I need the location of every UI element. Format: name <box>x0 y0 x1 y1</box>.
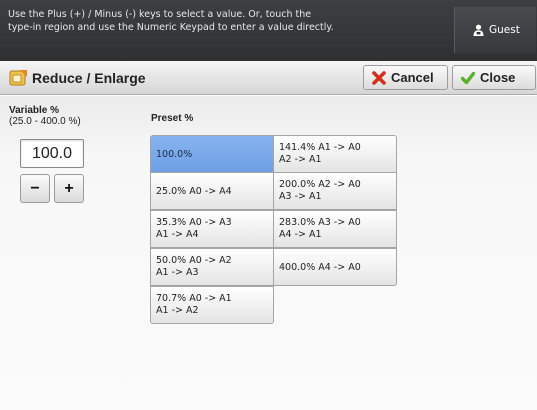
reduce-enlarge-icon <box>9 70 27 86</box>
user-icon <box>473 24 484 36</box>
page-title: Reduce / Enlarge <box>32 70 146 86</box>
close-label: Close <box>480 70 516 85</box>
content-area: Variable % (25.0 - 400.0 %) 100.0 − + Pr… <box>0 96 537 410</box>
preset-percent-heading: Preset % <box>151 113 194 124</box>
guest-button[interactable]: Guest <box>454 7 536 53</box>
variable-percent-heading: Variable % (25.0 - 400.0 %) <box>9 105 81 127</box>
guest-label: Guest <box>489 23 520 36</box>
close-button[interactable]: Close <box>452 65 536 90</box>
green-check-icon <box>461 71 475 84</box>
red-x-icon <box>372 70 386 85</box>
minus-button[interactable]: − <box>20 174 50 203</box>
cancel-button[interactable]: Cancel <box>363 65 448 90</box>
preset-283-button[interactable]: 283.0% A3 -> A0 A4 -> A1 <box>273 210 397 248</box>
cancel-label: Cancel <box>391 70 434 85</box>
plus-button[interactable]: + <box>54 174 84 203</box>
title-bar: Reduce / Enlarge Cancel Close <box>0 61 537 95</box>
preset-141-button[interactable]: 141.4% A1 -> A0 A2 -> A1 <box>273 135 397 173</box>
preset-200-button[interactable]: 200.0% A2 -> A0 A3 -> A1 <box>273 172 397 210</box>
preset-50-button[interactable]: 50.0% A0 -> A2 A1 -> A3 <box>150 248 274 286</box>
variable-range-label: (25.0 - 400.0 %) <box>9 116 81 127</box>
message-bar: Use the Plus (+) / Minus (-) keys to sel… <box>0 0 537 61</box>
variable-percent-input[interactable]: 100.0 <box>20 139 84 168</box>
preset-25-button[interactable]: 25.0% A0 -> A4 <box>150 172 274 210</box>
preset-70-button[interactable]: 70.7% A0 -> A1 A1 -> A2 <box>150 286 274 324</box>
instruction-message: Use the Plus (+) / Minus (-) keys to sel… <box>8 9 334 33</box>
preset-100-button[interactable]: 100.0% <box>150 135 274 173</box>
preset-35-button[interactable]: 35.3% A0 -> A3 A1 -> A4 <box>150 210 274 248</box>
preset-400-button[interactable]: 400.0% A4 -> A0 <box>273 248 397 286</box>
variable-percent-label: Variable % <box>9 105 60 116</box>
